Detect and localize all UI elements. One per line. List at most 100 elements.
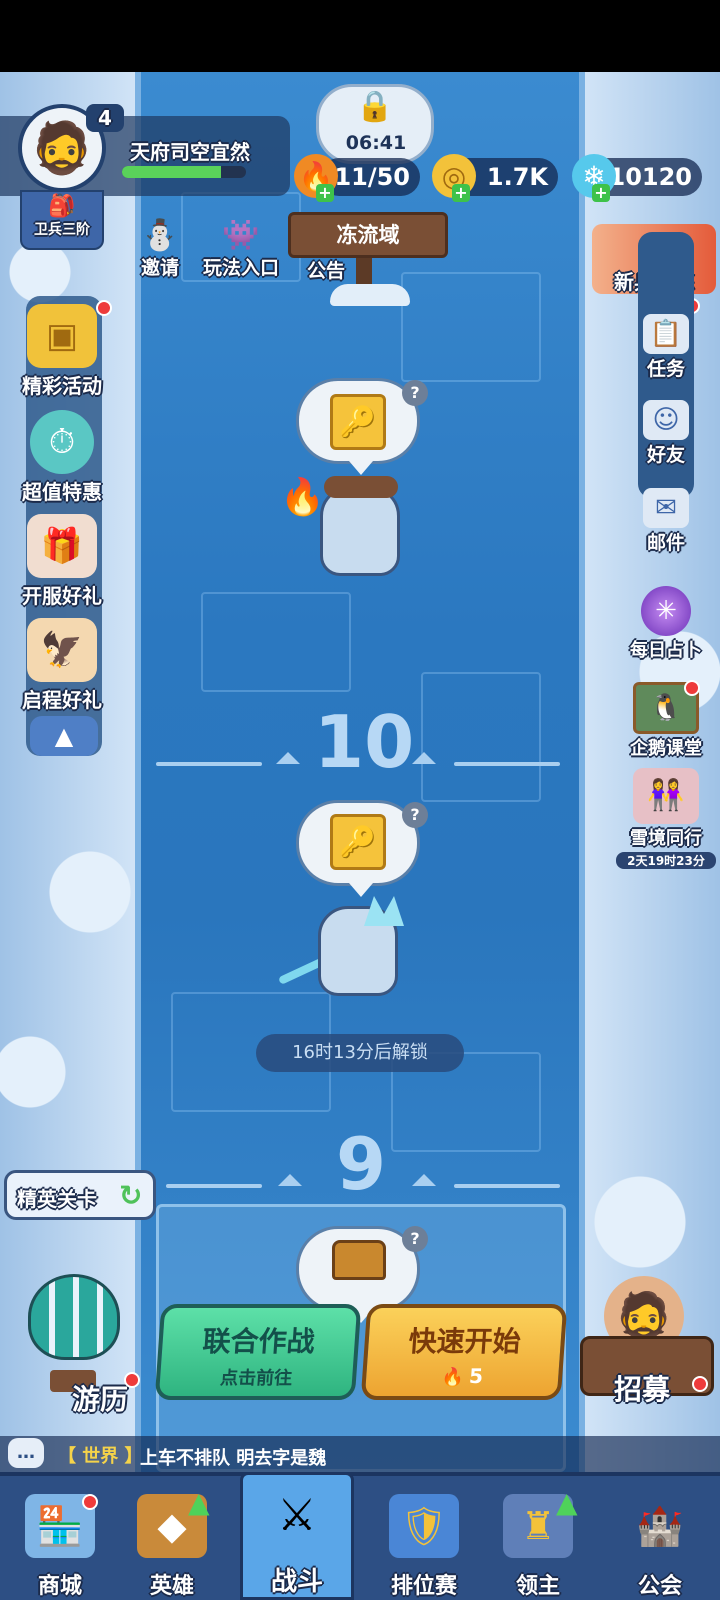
help-icon[interactable]: ? <box>402 380 428 406</box>
snow-companion-button[interactable]: 👭 雪境同行 2天19时23分 <box>612 768 720 869</box>
nav-battle[interactable]: ⚔ 战斗 <box>240 1472 354 1600</box>
collapse-menu-icon[interactable]: ▲ <box>30 716 98 756</box>
lock-timer: 06:41 <box>345 132 407 154</box>
deals-label: 超值特惠 <box>22 480 102 504</box>
gem-plus-button[interactable]: + <box>592 184 610 202</box>
unlock-timer-text: 16时13分后解锁 <box>292 1042 428 1063</box>
world-chat-bar[interactable]: … 【 世界 】 上车不排队 明去字是魏 <box>0 1436 720 1472</box>
snowbank-left <box>0 72 140 1472</box>
nav-battle-label: 战斗 <box>270 1567 323 1597</box>
notice-button[interactable]: 公告 <box>296 256 356 283</box>
bottom-nav: 🏪 商城 ◆ 英雄 ▲ ⚔ 战斗 🛡 排位赛 ♜ 领主 ▲ 🏰 公会 <box>0 1472 720 1600</box>
left-menu-deals[interactable]: ⏱ 超值特惠 <box>12 410 112 505</box>
floor-number-upper: 10 <box>314 700 415 784</box>
exp-bar <box>122 166 246 178</box>
envelope-icon: ✉ <box>643 488 689 528</box>
recruit-red-dot <box>692 1376 708 1392</box>
yeti-torch-enemy[interactable]: 🔥 <box>280 476 420 586</box>
divider-left <box>156 762 262 766</box>
yeti-body <box>320 486 400 576</box>
divider-arrow-left <box>276 752 300 764</box>
treasure-frame-icon: ▣ <box>27 304 97 368</box>
stamina-value: 11/50 <box>334 163 410 191</box>
chat-bubble-icon: … <box>8 1438 44 1468</box>
key-reward-icon: 🔑 <box>330 394 386 450</box>
lock-icon: 🔒 <box>356 89 394 124</box>
nav-guild[interactable]: 🏰 公会 <box>600 1476 720 1600</box>
rank-shield-icon: 🛡 <box>389 1494 459 1558</box>
friends-label: 好友 <box>646 444 685 466</box>
torch-icon: 🔥 <box>280 477 325 518</box>
flame-cost-icon: 🔥 <box>440 1367 465 1388</box>
player-name: 天府司空宜然 <box>130 140 250 164</box>
nav-ranked[interactable]: 🛡 排位赛 <box>364 1476 484 1600</box>
clock-offer-icon: ⏱ <box>30 410 94 474</box>
left-menu-launch-gift[interactable]: 🎁 开服好礼 <box>12 514 112 609</box>
mail-label: 邮件 <box>646 532 685 554</box>
cowboy-hat-icon <box>324 476 398 498</box>
activities-label: 精彩活动 <box>22 374 102 398</box>
rank-banner[interactable]: 🎒 卫兵三阶 <box>20 190 104 250</box>
nav-heroes-label: 英雄 <box>149 1574 194 1599</box>
gameplay-label: 玩法入口 <box>202 257 279 279</box>
activities-red-dot <box>96 300 112 316</box>
penguin-class-button[interactable]: 🐧 企鹅课堂 <box>612 682 720 760</box>
mail-button[interactable]: ✉ 邮件 <box>626 488 706 555</box>
nav-shop[interactable]: 🏪 商城 <box>0 1476 120 1600</box>
left-menu-activities[interactable]: ▣ 精彩活动 <box>12 304 112 399</box>
hero-upgrade-arrow: ▲ <box>188 1486 210 1519</box>
yeti-spear-enemy[interactable] <box>274 896 424 1006</box>
nav-lord[interactable]: ♜ 领主 <box>478 1476 598 1600</box>
region-signpost[interactable]: 冻流域 <box>288 212 448 258</box>
launch-gift-label: 开服好礼 <box>22 584 102 608</box>
daily-fortune-button[interactable]: ✳ 每日占卜 <box>612 586 720 662</box>
class-red-dot <box>684 680 700 696</box>
notice-label: 公告 <box>306 260 345 282</box>
region-sign-text: 冻流域 <box>336 223 400 247</box>
elite-label: 精英关卡 <box>17 1187 97 1211</box>
companion-characters-icon: 👭 <box>633 768 699 824</box>
snow-companion-timer: 2天19时23分 <box>616 852 716 869</box>
recruit-button[interactable]: 🧔 招募 <box>574 1276 720 1416</box>
chat-message: 上车不排队 明去字是魏 <box>140 1448 327 1469</box>
status-bar <box>0 0 720 72</box>
divider-left-2 <box>166 1184 262 1188</box>
invite-label: 邀请 <box>140 257 179 279</box>
gameplay-entry-button[interactable]: 👾 玩法入口 <box>196 218 286 280</box>
gold-value: 1.7K <box>486 163 548 191</box>
recruit-label: 招募 <box>614 1373 671 1406</box>
stamina-plus-button[interactable]: + <box>316 184 334 202</box>
journey-button[interactable]: 游历 <box>6 1274 146 1416</box>
tasks-button[interactable]: 📋 任务 <box>626 314 706 381</box>
floor-number-lower: 9 <box>336 1122 387 1206</box>
friends-button[interactable]: ☺ 好友 <box>626 400 706 467</box>
coop-battle-button[interactable]: 联合作战 点击前往 <box>154 1304 362 1400</box>
shop-red-dot <box>82 1494 98 1510</box>
snowman-icon: ⛄ <box>141 218 179 253</box>
gold-plus-button[interactable]: + <box>452 184 470 202</box>
divider-arrow-right-2 <box>412 1174 436 1186</box>
divider-arrow-right <box>412 752 436 764</box>
tasks-label: 任务 <box>646 358 685 380</box>
signpost-snow-mound <box>330 284 410 306</box>
quick-start-button[interactable]: 快速开始 🔥 5 <box>360 1304 568 1400</box>
help-icon-3[interactable]: ? <box>402 1226 428 1252</box>
exp-bar-fill <box>122 166 222 178</box>
lord-upgrade-arrow: ▲ <box>556 1486 578 1519</box>
divider-right-2 <box>454 1184 560 1188</box>
invite-button[interactable]: ⛄ 邀请 <box>130 218 190 280</box>
nav-shop-label: 商城 <box>37 1574 82 1599</box>
hot-air-balloon-icon <box>28 1274 120 1360</box>
elite-stage-button[interactable]: 精英关卡 ↻ <box>4 1170 156 1220</box>
nav-guild-label: 公会 <box>637 1574 682 1599</box>
help-icon-2[interactable]: ? <box>402 802 428 828</box>
snow-companion-label: 雪境同行 <box>630 828 702 849</box>
coop-title: 联合作战 <box>201 1325 316 1358</box>
divider-arrow-left-2 <box>278 1174 302 1186</box>
crystal-ball-icon: ✳ <box>641 586 691 636</box>
nav-heroes[interactable]: ◆ 英雄 <box>112 1476 232 1600</box>
key-reward-icon-2: 🔑 <box>330 814 386 870</box>
journey-red-dot <box>124 1372 140 1388</box>
journey-label: 游历 <box>72 1383 129 1416</box>
left-menu-journey-gift[interactable]: 🦅 启程好礼 <box>12 618 112 713</box>
